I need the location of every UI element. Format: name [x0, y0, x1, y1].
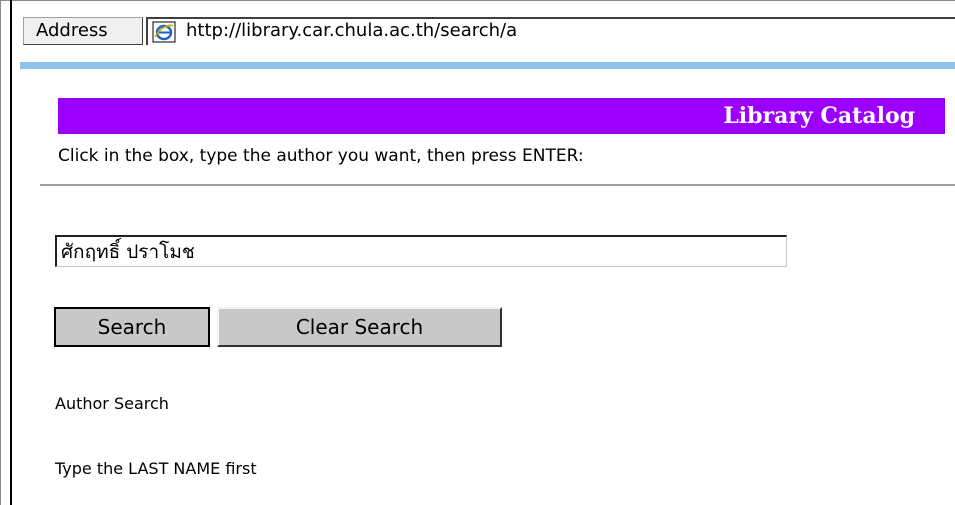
horizontal-rule — [40, 184, 955, 186]
page-frame-top — [0, 0, 955, 1]
address-label: Address — [23, 17, 143, 45]
address-bar-divider — [20, 62, 955, 69]
url-text[interactable]: http://library.car.chula.ac.th/search/a — [186, 17, 517, 45]
search-instruction: Click in the box, type the author you wa… — [58, 146, 584, 166]
page-frame-left-edge — [10, 0, 12, 505]
search-type-label: Author Search — [55, 394, 169, 413]
catalog-title: Library Catalog — [723, 103, 915, 129]
catalog-banner: Library Catalog — [58, 98, 945, 134]
page-frame-left — [0, 0, 1, 505]
clear-search-button[interactable]: Clear Search — [217, 307, 502, 347]
last-name-hint: Type the LAST NAME first — [55, 459, 257, 478]
ie-page-icon — [152, 21, 176, 43]
author-search-input[interactable] — [55, 235, 787, 267]
search-button[interactable]: Search — [54, 307, 210, 347]
